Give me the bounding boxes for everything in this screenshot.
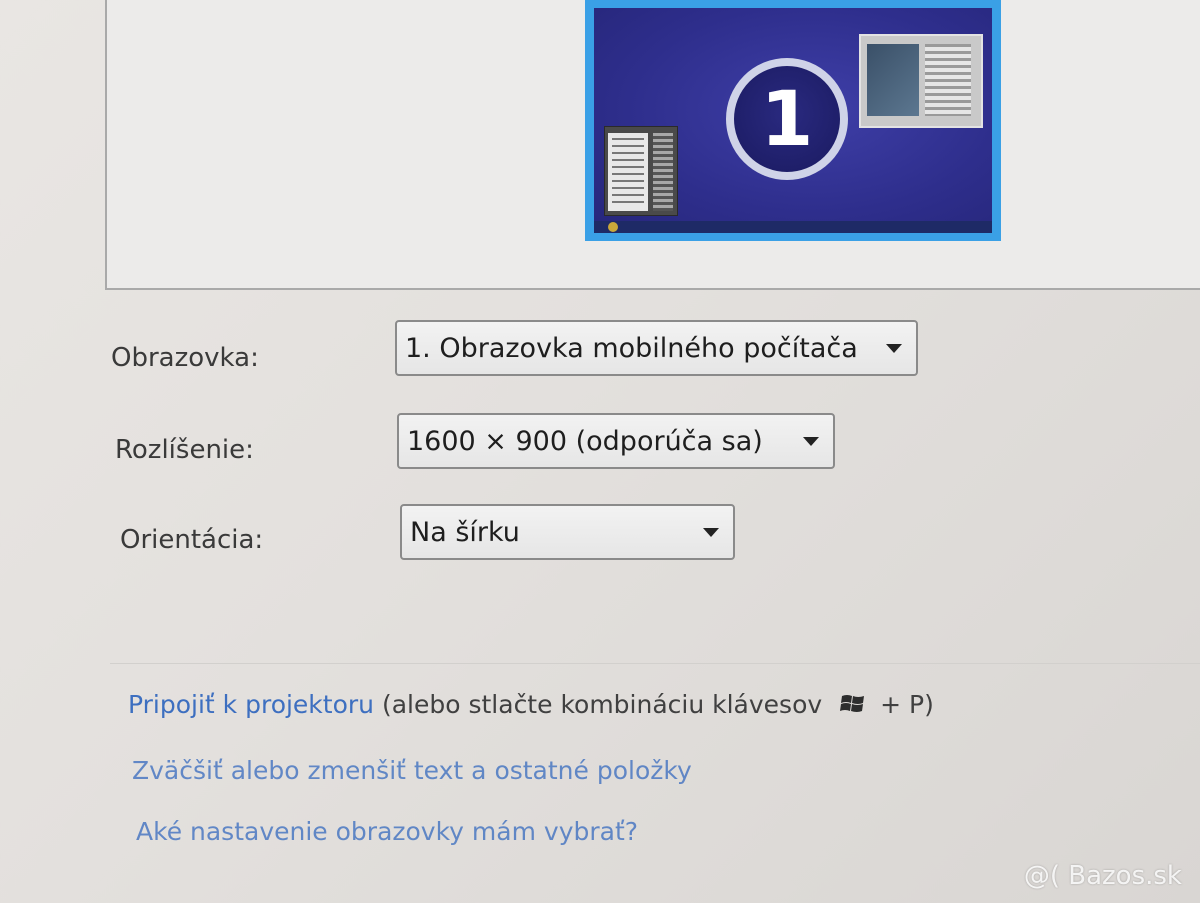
monitor-number-badge: 1: [726, 58, 848, 180]
orientation-label: Orientácia:: [120, 525, 264, 555]
connect-projector-link[interactable]: Pripojiť k projektoru: [128, 690, 374, 719]
text-size-link-row: Zväčšiť alebo zmenšiť text a ostatné pol…: [132, 756, 692, 785]
chevron-down-icon: [803, 436, 819, 446]
display-help-link[interactable]: Aké nastavenie obrazovky mám vybrať?: [136, 817, 638, 846]
resolution-select-value: 1600 × 900 (odporúča sa): [407, 425, 763, 457]
projector-link-row: Pripojiť k projektoru (alebo stlačte kom…: [128, 690, 934, 719]
projector-hint-text: (alebo stlačte kombináciu klávesov: [374, 690, 823, 719]
orientation-select-value: Na šírku: [410, 516, 520, 548]
section-divider: [110, 663, 1200, 664]
start-orb-icon: [608, 222, 618, 232]
mini-window-icon: [859, 34, 983, 128]
display-label: Obrazovka:: [111, 343, 259, 373]
resolution-select[interactable]: 1600 × 900 (odporúča sa): [397, 413, 835, 469]
chevron-down-icon: [703, 527, 719, 537]
monitor-screen: 1: [594, 8, 992, 233]
chevron-down-icon: [886, 343, 902, 353]
windows-logo-icon: [840, 695, 865, 712]
resolution-label: Rozlíšenie:: [115, 435, 254, 465]
display-select-value: 1. Obrazovka mobilného počítača: [405, 332, 858, 364]
watermark: @( Bazos.sk: [1023, 861, 1182, 891]
display-preview-panel: 1: [105, 0, 1200, 290]
display-select[interactable]: 1. Obrazovka mobilného počítača: [395, 320, 918, 376]
mini-taskbar: [594, 221, 992, 233]
orientation-select[interactable]: Na šírku: [400, 504, 735, 560]
mini-window-icon: [604, 126, 678, 216]
text-size-link[interactable]: Zväčšiť alebo zmenšiť text a ostatné pol…: [132, 756, 692, 785]
help-link-row: Aké nastavenie obrazovky mám vybrať?: [136, 817, 638, 846]
monitor-1-thumbnail[interactable]: 1: [585, 0, 1001, 241]
key-combo-suffix: + P): [880, 690, 934, 719]
